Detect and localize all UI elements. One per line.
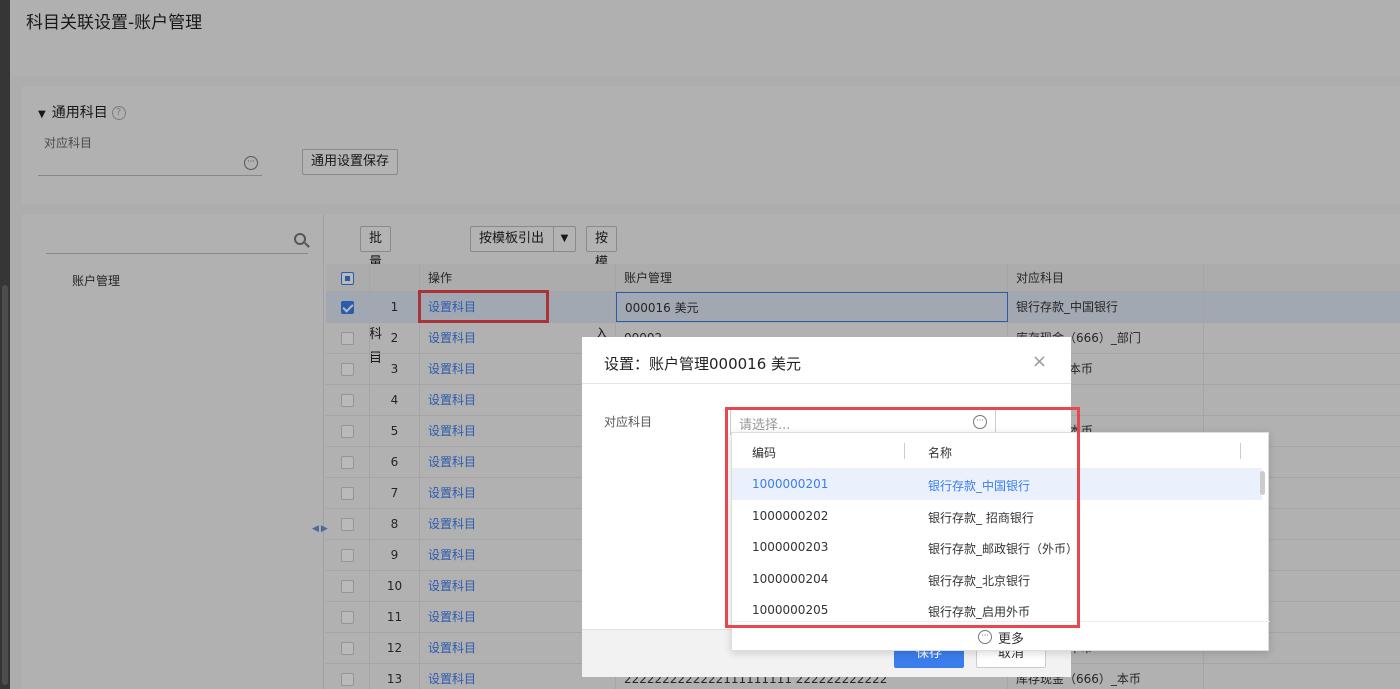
dialog-title: 设置：账户管理000016 美元 xyxy=(604,355,802,373)
ellipsis-icon: ··· xyxy=(978,630,992,644)
highlight-box-dropdown xyxy=(725,407,1080,628)
close-icon[interactable]: × xyxy=(1032,351,1047,372)
dropdown-more-label: 更多 xyxy=(998,632,1025,647)
dialog-divider xyxy=(582,383,1071,384)
dropdown-scroll-thumb[interactable] xyxy=(1260,471,1265,495)
dialog-field-label: 对应科目 xyxy=(604,415,653,429)
app-window: 科目关联设置-账户管理 ▼ 通用科目? 对应科目 ··· 通用设置保存 账户管理 … xyxy=(0,0,1400,689)
column-separator[interactable] xyxy=(1240,443,1241,459)
dropdown-scrollbar[interactable] xyxy=(1260,469,1266,619)
